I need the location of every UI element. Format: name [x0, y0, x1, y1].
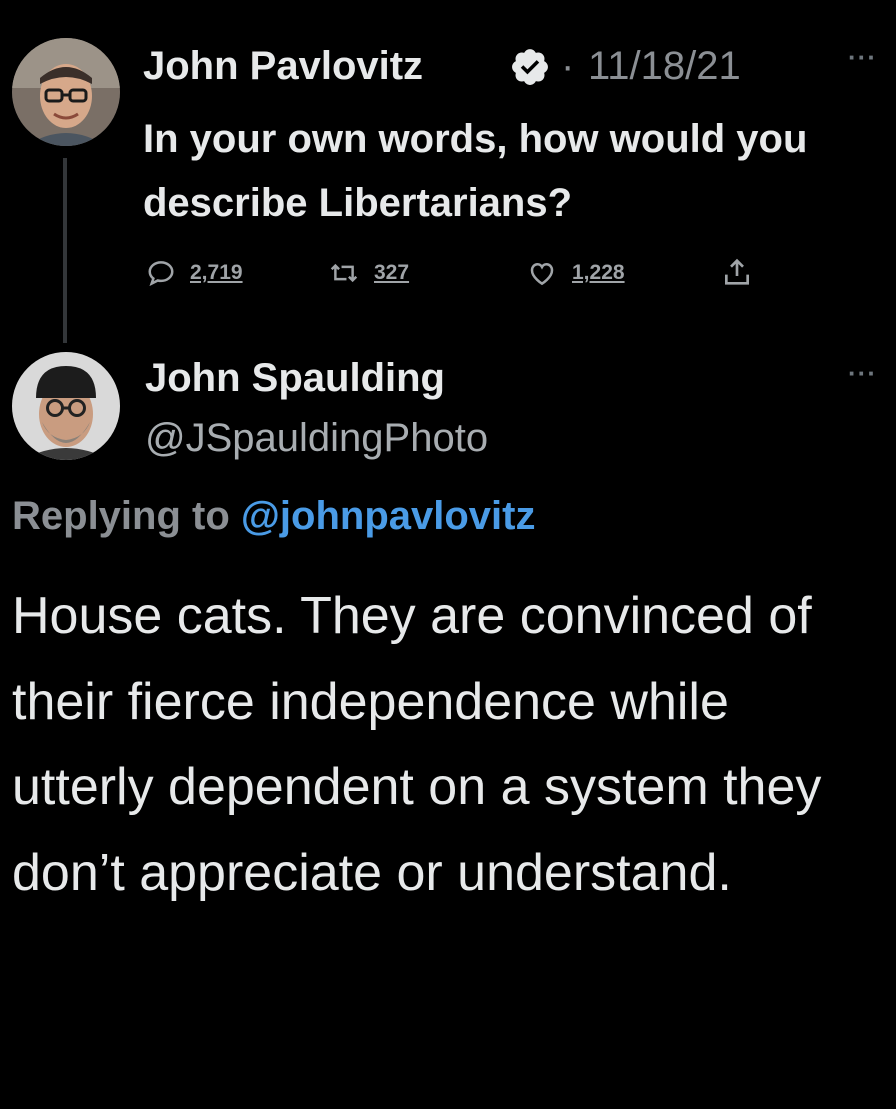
more-options-icon[interactable]: ···: [848, 42, 877, 73]
tweet-date[interactable]: 11/18/21: [588, 44, 741, 89]
tweet-author-name[interactable]: John Pavlovitz: [143, 44, 423, 89]
avatar-john-pavlovitz[interactable]: [12, 38, 120, 146]
share-icon: [725, 258, 749, 285]
retweet-count: 327: [374, 261, 410, 284]
retweet-icon: [330, 263, 358, 283]
reply-author-handle[interactable]: @JSpauldingPhoto: [145, 416, 488, 461]
reply-more-options-icon[interactable]: ···: [848, 358, 877, 389]
avatar-john-spaulding[interactable]: [12, 352, 120, 460]
replying-to-line: Replying to @johnpavlovitz: [12, 494, 535, 539]
reply-text: House cats. They are convinced of their …: [12, 587, 822, 902]
thread-connector-line: [63, 158, 67, 343]
replying-to-mention[interactable]: @johnpavlovitz: [241, 494, 536, 538]
tweet-text: In your own words, how would you describ…: [143, 117, 808, 225]
comment-icon: [148, 261, 174, 287]
like-icon: [530, 262, 554, 286]
date-separator: ·: [561, 44, 575, 88]
like-action[interactable]: 1,228: [526, 258, 625, 288]
verified-badge-icon: [512, 49, 548, 85]
reply-count: 2,719: [190, 261, 243, 284]
replying-to-label: Replying to: [12, 494, 230, 538]
retweet-action[interactable]: 327: [328, 258, 409, 288]
share-action[interactable]: [720, 256, 754, 288]
like-count: 1,228: [572, 261, 625, 284]
reply-author-name[interactable]: John Spaulding: [145, 356, 445, 401]
reply-action[interactable]: 2,719: [146, 258, 243, 288]
